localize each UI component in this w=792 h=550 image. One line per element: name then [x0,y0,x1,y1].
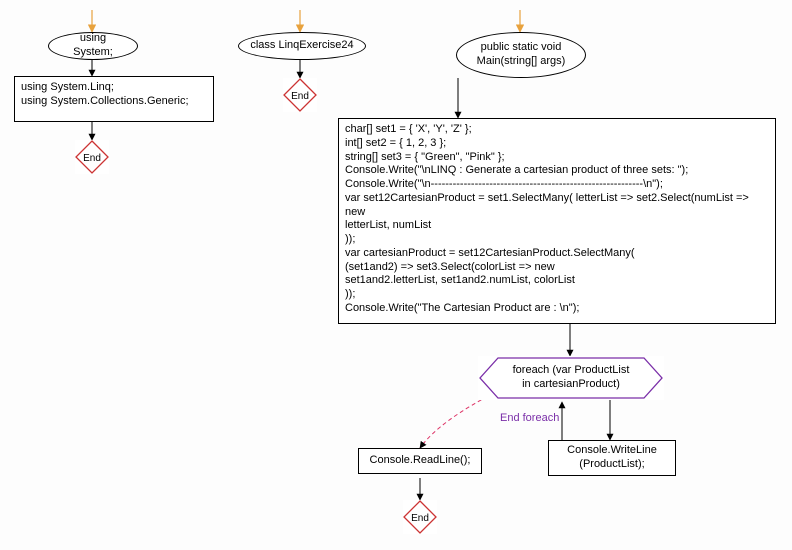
end-col2: End [283,78,317,112]
start-using-system: using System; [48,32,138,60]
start-class-label: class LinqExercise24 [250,39,353,53]
foreach-label: foreach (var ProductList in cartesianPro… [501,364,642,392]
start-class: class LinqExercise24 [238,32,366,60]
main-code-text: char[] set1 = { 'X', 'Y', 'Z' }; int[] s… [345,123,769,316]
main-code-block: char[] set1 = { 'X', 'Y', 'Z' }; int[] s… [338,118,776,324]
start-main-label: public static void Main(string[] args) [477,41,566,69]
using-block-text: using System.Linq; using System.Collecti… [21,81,189,109]
start-label: using System; [59,32,127,60]
svg-text:End: End [83,153,101,164]
start-main: public static void Main(string[] args) [456,32,586,78]
end-col1: End [75,140,109,174]
svg-text:End: End [291,91,309,102]
foreach-loop: foreach (var ProductList in cartesianPro… [478,356,664,400]
readline-box: Console.ReadLine(); [358,448,482,474]
end-col3: End [403,500,437,534]
loop-body-text: Console.WriteLine (ProductList); [567,444,657,472]
readline-text: Console.ReadLine(); [370,454,471,468]
end-foreach-label: End foreach [500,412,559,424]
svg-text:End: End [411,513,429,524]
loop-body: Console.WriteLine (ProductList); [548,440,676,476]
using-block: using System.Linq; using System.Collecti… [14,76,214,122]
